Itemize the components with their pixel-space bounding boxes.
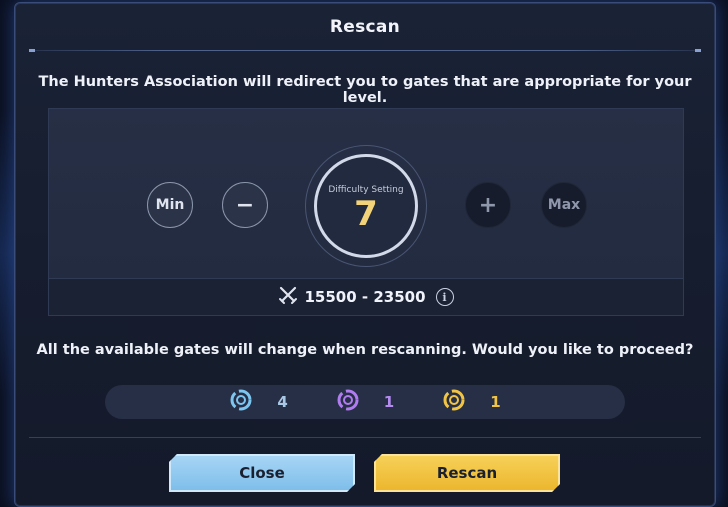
gate-purple: 1 [336, 388, 394, 416]
gate-summary: 4 1 1 [105, 385, 625, 419]
rescan-dialog: Rescan The Hunters Association will redi… [14, 2, 716, 507]
difficulty-dial-inner: Difficulty Setting 7 [314, 154, 418, 258]
purple-gate-icon [336, 388, 360, 416]
increase-button[interactable]: + [465, 182, 511, 228]
blue-gate-icon [229, 388, 253, 416]
min-button[interactable]: Min [147, 182, 193, 228]
blue-gate-count: 4 [277, 393, 288, 411]
gate-gold: 1 [442, 388, 501, 416]
footer-divider [29, 437, 701, 438]
difficulty-dial: Difficulty Setting 7 [305, 145, 427, 267]
gold-gate-icon [442, 388, 466, 416]
max-button[interactable]: Max [541, 182, 587, 228]
crossed-swords-icon [278, 285, 298, 309]
rescan-button[interactable]: Rescan [374, 454, 560, 492]
dialog-title: Rescan [329, 17, 401, 37]
dialog-description: The Hunters Association will redirect yo… [38, 74, 692, 106]
purple-gate-count: 1 [383, 393, 395, 411]
difficulty-value: 7 [354, 194, 378, 234]
gate-blue: 4 [229, 388, 288, 416]
decrease-button[interactable]: − [222, 182, 268, 228]
difficulty-panel: Min − Difficulty Setting 7 + Max 15500 -… [48, 108, 684, 316]
title-divider [29, 49, 701, 52]
close-button[interactable]: Close [169, 454, 355, 492]
gold-gate-count: 1 [490, 393, 501, 411]
confirm-question: All the available gates will change when… [36, 342, 694, 358]
info-icon[interactable]: i [435, 288, 454, 306]
power-range-bar: 15500 - 23500 i [49, 278, 683, 315]
power-range: 15500 - 23500 [304, 288, 426, 306]
